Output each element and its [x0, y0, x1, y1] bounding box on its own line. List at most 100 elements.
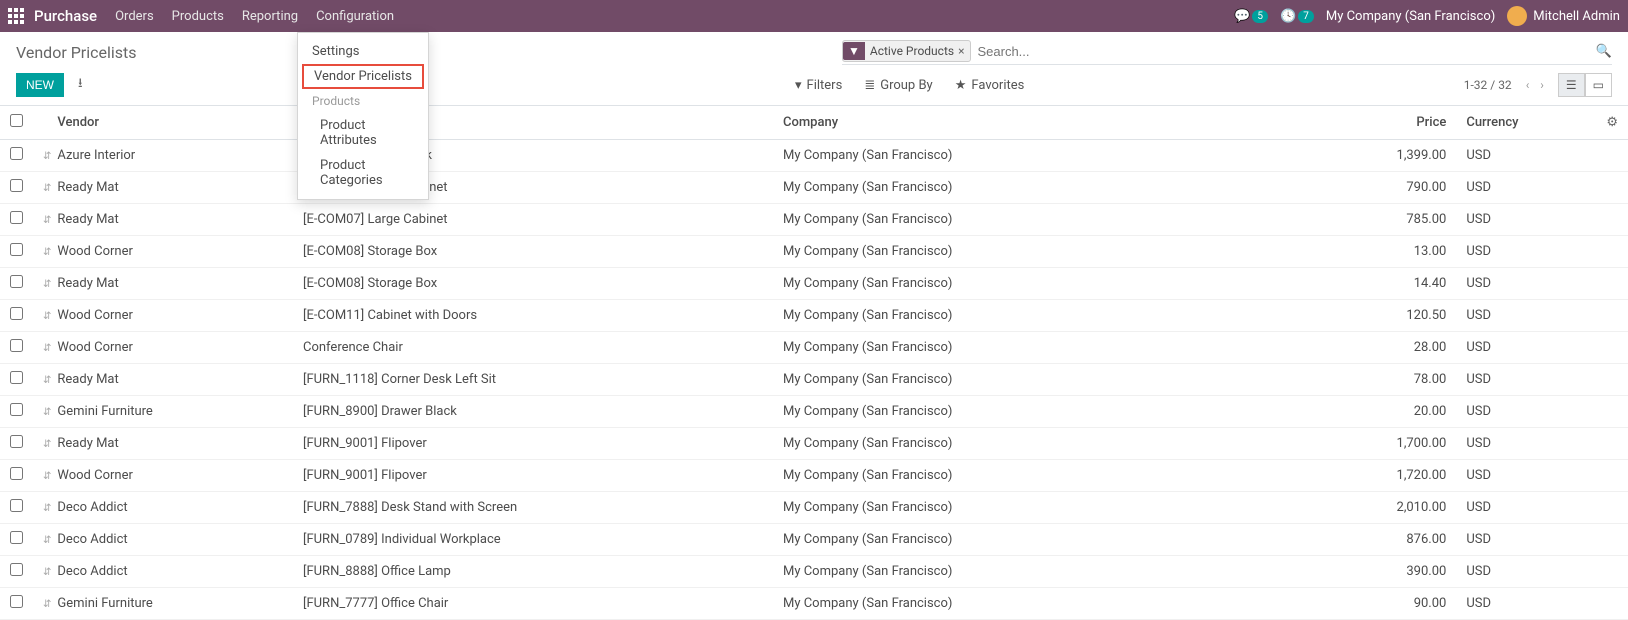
apps-icon[interactable] — [8, 8, 24, 24]
table-row[interactable]: ⇵Deco Addict[FURN_8888] Office LampMy Co… — [0, 556, 1628, 588]
cell-company: My Company (San Francisco) — [773, 300, 1326, 332]
cell-price: 13.00 — [1326, 236, 1456, 268]
table-row[interactable]: ⇵Wood Corner[E-COM11] Cabinet with Doors… — [0, 300, 1628, 332]
cell-vendor: Ready Mat — [57, 372, 118, 387]
dd-settings[interactable]: Settings — [298, 39, 428, 64]
drag-handle-icon[interactable]: ⇵ — [43, 471, 51, 482]
nav-products[interactable]: Products — [172, 1, 224, 32]
drag-handle-icon[interactable]: ⇵ — [43, 567, 51, 578]
dd-product-attributes[interactable]: Product Attributes — [298, 113, 428, 153]
table-row[interactable]: ⇵ Ready Mat [FURN_1118] Corner Desk Left S… — [0, 364, 1628, 396]
drag-handle-icon[interactable]: ⇵ — [43, 439, 51, 450]
cell-company: My Company (San Francisco) — [773, 524, 1326, 556]
nav-configuration[interactable]: Configuration — [316, 1, 394, 32]
table-row[interactable]: ⇵Gemini Furniture[FURN_8900] Drawer Blac… — [0, 396, 1628, 428]
search-bar[interactable]: ▼ Active Products × 🔍 — [842, 40, 1612, 65]
search-icon[interactable]: 🔍 — [1596, 44, 1612, 59]
row-checkbox[interactable] — [10, 499, 23, 512]
select-all-checkbox[interactable] — [10, 114, 23, 127]
row-checkbox[interactable] — [10, 403, 23, 416]
filters-button[interactable]: ▾Filters — [795, 78, 842, 93]
dd-product-categories[interactable]: Product Categories — [298, 153, 428, 193]
drag-handle-icon[interactable]: ⇵ — [43, 215, 51, 226]
drag-handle-icon[interactable]: ⇵ — [43, 151, 51, 162]
drag-handle-icon[interactable]: ⇵ — [43, 375, 51, 386]
cell-vendor: Ready Mat — [57, 180, 118, 195]
view-kanban[interactable]: ▭ — [1585, 73, 1612, 97]
table-row[interactable]: ⇵Wood CornerConference ChairMy Company (… — [0, 332, 1628, 364]
drag-handle-icon[interactable]: ⇵ — [43, 503, 51, 514]
table-row[interactable]: ⇵Ready Mat[FURN_9001] FlipoverMy Company… — [0, 428, 1628, 460]
drag-handle-icon[interactable]: ⇵ — [43, 535, 51, 546]
row-checkbox[interactable] — [10, 563, 23, 576]
table-row[interactable]: ⇵Deco Addict[FURN_7888] Desk Stand with … — [0, 492, 1628, 524]
table-row[interactable]: ⇵Deco Addict[FURN_0789] Individual Workp… — [0, 524, 1628, 556]
groupby-button[interactable]: ≣Group By — [864, 78, 932, 93]
row-checkbox[interactable] — [10, 307, 23, 320]
cell-price: 20.00 — [1326, 396, 1456, 428]
table-row[interactable]: ⇵Ready Mat[E-COM08] Storage BoxMy Compan… — [0, 268, 1628, 300]
optional-columns-icon[interactable]: ⚙ — [1596, 106, 1628, 140]
pager-text[interactable]: 1-32 / 32 — [1464, 78, 1512, 92]
drag-handle-icon[interactable]: ⇵ — [43, 407, 51, 418]
table-row[interactable]: ⇵Azure Interior[E-COM09] Large DeskMy Co… — [0, 140, 1628, 172]
pager-prev[interactable]: ‹ — [1522, 78, 1534, 92]
table-row[interactable]: ⇵Gemini Furniture[FURN_7777] Office Chai… — [0, 588, 1628, 620]
drag-handle-icon[interactable]: ⇵ — [43, 343, 51, 354]
drag-handle-icon[interactable]: ⇵ — [43, 599, 51, 610]
col-price[interactable]: Price — [1326, 106, 1456, 140]
cell-product: [FURN_1118] Corner Desk Left Sit — [293, 364, 773, 396]
row-checkbox[interactable] — [10, 275, 23, 288]
drag-handle-icon[interactable]: ⇵ — [43, 311, 51, 322]
drag-handle-icon[interactable]: ⇵ — [43, 247, 51, 258]
dd-vendor-pricelists[interactable]: Vendor Pricelists — [302, 64, 424, 89]
table-row[interactable]: ⇵Wood Corner[FURN_9001] FlipoverMy Compa… — [0, 460, 1628, 492]
avatar — [1507, 6, 1527, 26]
pager-next[interactable]: › — [1536, 78, 1548, 92]
star-icon: ★ — [955, 78, 967, 93]
chat-icon[interactable]: 💬5 — [1234, 9, 1268, 24]
chat-badge: 5 — [1252, 10, 1268, 23]
table-row[interactable]: ⇵Ready Mat[E-COM07] Large CabinetMy Comp… — [0, 204, 1628, 236]
table-row[interactable]: ⇵Ready Mat[E-COM07] Large CabinetMy Comp… — [0, 172, 1628, 204]
col-vendor[interactable]: ⇅Vendor — [33, 106, 293, 140]
row-checkbox[interactable] — [10, 147, 23, 160]
cell-company: My Company (San Francisco) — [773, 140, 1326, 172]
row-checkbox[interactable] — [10, 339, 23, 352]
company-selector[interactable]: My Company (San Francisco) — [1326, 9, 1495, 24]
row-checkbox[interactable] — [10, 595, 23, 608]
nav-reporting[interactable]: Reporting — [242, 1, 298, 32]
favorites-button[interactable]: ★Favorites — [955, 78, 1025, 93]
drag-handle-icon[interactable]: ⇵ — [43, 183, 51, 194]
activity-icon[interactable]: 🕓7 — [1280, 9, 1314, 24]
new-button[interactable]: NEW — [16, 73, 64, 97]
user-menu[interactable]: Mitchell Admin — [1507, 6, 1620, 26]
cell-product: Conference Chair — [293, 332, 773, 364]
drag-handle-icon[interactable]: ⇵ — [43, 279, 51, 290]
row-checkbox[interactable] — [10, 435, 23, 448]
view-list[interactable]: ☰ — [1558, 73, 1585, 97]
cell-company: My Company (San Francisco) — [773, 204, 1326, 236]
page-title: Vendor Pricelists — [16, 43, 137, 62]
facet-remove[interactable]: × — [958, 44, 964, 58]
app-brand[interactable]: Purchase — [34, 7, 97, 25]
row-checkbox[interactable] — [10, 467, 23, 480]
table-row[interactable]: ⇵Wood Corner[E-COM08] Storage BoxMy Comp… — [0, 236, 1628, 268]
row-checkbox[interactable] — [10, 211, 23, 224]
row-checkbox[interactable] — [10, 243, 23, 256]
row-checkbox[interactable] — [10, 371, 23, 384]
cell-company: My Company (San Francisco) — [773, 236, 1326, 268]
download-icon[interactable]: ⭳ — [78, 74, 83, 96]
col-currency[interactable]: Currency — [1456, 106, 1596, 140]
cell-currency: USD — [1456, 364, 1596, 396]
cell-company: My Company (San Francisco) — [773, 268, 1326, 300]
cell-currency: USD — [1456, 556, 1596, 588]
nav-orders[interactable]: Orders — [115, 1, 154, 32]
row-checkbox[interactable] — [10, 531, 23, 544]
row-checkbox[interactable] — [10, 179, 23, 192]
search-input[interactable] — [977, 44, 1595, 59]
col-company[interactable]: Company — [773, 106, 1326, 140]
cell-company: My Company (San Francisco) — [773, 492, 1326, 524]
cell-product: [E-COM07] Large Cabinet — [293, 204, 773, 236]
cell-product: [FURN_7777] Office Chair — [293, 588, 773, 620]
